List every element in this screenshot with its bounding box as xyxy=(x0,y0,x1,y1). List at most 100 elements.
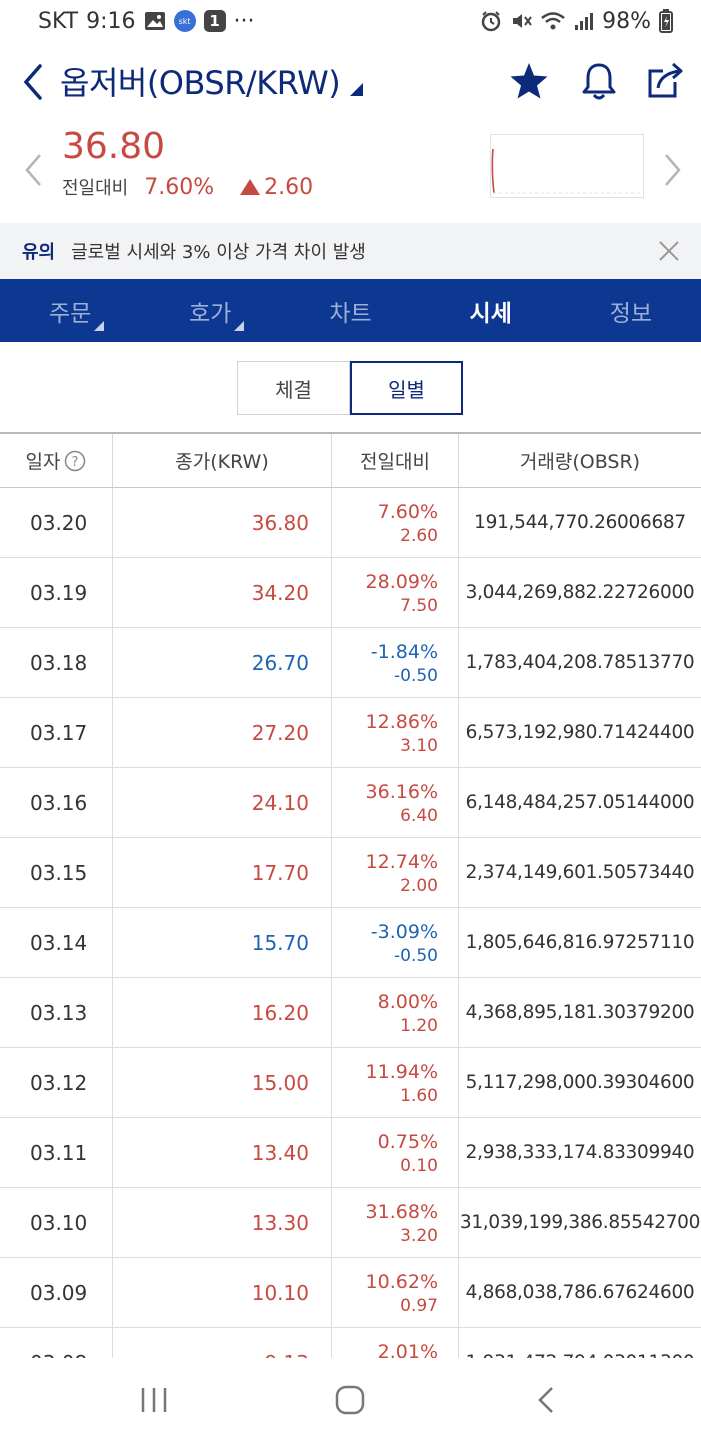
table-row[interactable]: 03.16 24.10 36.16% 6.40 6,148,484,257.051440… xyxy=(0,768,701,838)
table-row[interactable]: 03.12 15.00 11.94% 1.60 5,117,298,000.393046… xyxy=(0,1048,701,1118)
change-rate: 7.60% xyxy=(144,174,215,200)
cell-close: 10.10 xyxy=(113,1258,332,1327)
daily-quotes-table[interactable]: 일자 ? 종가(KRW) 전일대비 거래량(OBSR) 03.20 36.80 7.… xyxy=(0,432,701,1358)
header-volume: 거래량(OBSR) xyxy=(519,451,641,473)
table-row[interactable]: 03.13 16.20 8.00% 1.20 4,368,895,181.3037920… xyxy=(0,978,701,1048)
bell-icon xyxy=(582,63,616,100)
home-icon xyxy=(335,1385,365,1415)
segment-trades[interactable]: 체결 xyxy=(237,361,350,415)
caution-text: 글로벌 시세와 3% 이상 가격 차이 발생 xyxy=(71,242,366,263)
cell-change-amount: -0.50 xyxy=(394,945,438,966)
mute-icon xyxy=(510,10,532,32)
table-row[interactable]: 03.18 26.70 -1.84% -0.50 1,783,404,208.78513… xyxy=(0,628,701,698)
tab-order[interactable]: 주문 xyxy=(0,279,140,342)
price-alert-button[interactable] xyxy=(578,60,620,102)
tab-label: 주문 xyxy=(48,300,92,327)
recent-apps-button[interactable] xyxy=(134,1380,174,1420)
segment-daily[interactable]: 일별 xyxy=(350,361,463,415)
cell-close: 34.20 xyxy=(113,558,332,627)
back-nav-button[interactable] xyxy=(527,1380,567,1420)
table-row[interactable]: 03.11 13.40 0.75% 0.10 2,938,333,174.8330994… xyxy=(0,1118,701,1188)
header-date-label: 일자 xyxy=(25,451,61,473)
tab-chart[interactable]: 차트 xyxy=(280,279,420,342)
cell-change-amount: 2.60 xyxy=(400,525,438,546)
cell-date: 03.18 xyxy=(0,628,113,697)
battery-percent: 98% xyxy=(602,8,651,34)
cell-change: -1.84% -0.50 xyxy=(332,628,459,697)
svg-text:?: ? xyxy=(72,455,79,470)
cell-close: 13.40 xyxy=(113,1118,332,1187)
home-button[interactable] xyxy=(330,1380,370,1420)
cell-change: 12.86% 3.10 xyxy=(332,698,459,767)
cell-change: 2.01%0.18 xyxy=(332,1328,459,1358)
cell-change-rate: 31.68% xyxy=(365,1200,438,1223)
cell-change-rate: 12.86% xyxy=(365,710,438,733)
cell-change-rate: 2.01% xyxy=(377,1340,438,1359)
tab-label: 정보 xyxy=(609,300,653,327)
tab-label: 호가 xyxy=(189,300,232,327)
back-button[interactable] xyxy=(18,62,48,102)
cell-volume: 191,544,770.26006687 xyxy=(474,512,686,533)
cell-date: 03.15 xyxy=(0,838,113,907)
up-triangle-icon xyxy=(240,179,261,195)
submenu-corner-icon xyxy=(94,321,104,331)
table-row[interactable]: 03.10 13.30 31.68% 3.20 31,039,199,386.85542… xyxy=(0,1188,701,1258)
table-row[interactable]: 03.17 27.20 12.86% 3.10 6,573,192,980.714244… xyxy=(0,698,701,768)
cell-change-amount: 1.60 xyxy=(400,1085,438,1106)
share-button[interactable] xyxy=(645,60,687,102)
close-notice-button[interactable] xyxy=(657,239,681,263)
cell-change: 10.62% 0.97 xyxy=(332,1258,459,1327)
cell-change-amount: 7.50 xyxy=(400,595,438,616)
cell-change-rate: 36.16% xyxy=(365,780,438,803)
tab-info[interactable]: 정보 xyxy=(561,279,701,342)
cell-volume: 6,148,484,257.05144000 xyxy=(465,792,695,813)
table-row[interactable]: 03.15 17.70 12.74% 2.00 2,374,149,601.505734… xyxy=(0,838,701,908)
market-selector[interactable]: 옵저버(OBSR/KRW) xyxy=(60,58,364,104)
chevron-right-icon xyxy=(665,154,681,186)
chevron-left-icon xyxy=(25,154,41,186)
cell-change-rate: 12.74% xyxy=(365,850,438,873)
next-coin-button[interactable] xyxy=(660,152,684,188)
cell-date: 03.14 xyxy=(0,908,113,977)
mini-price-chart[interactable] xyxy=(490,134,644,198)
prev-coin-button[interactable] xyxy=(22,152,46,188)
cell-volume: 5,117,298,000.39304600 xyxy=(465,1072,695,1093)
cell-close: 26.70 xyxy=(113,628,332,697)
table-row[interactable]: 03.20 36.80 7.60% 2.60 191,544,770.26006687 xyxy=(0,488,701,558)
cell-change: 7.60% 2.60 xyxy=(332,488,459,557)
cell-change-amount: 0.10 xyxy=(400,1155,438,1176)
cell-volume: 1,805,646,816.97257110 xyxy=(465,932,695,953)
table-row[interactable]: 03.14 15.70 -3.09% -0.50 1,805,646,816.97257… xyxy=(0,908,701,978)
table-row[interactable]: 03.09 10.10 10.62% 0.97 4,868,038,786.676246… xyxy=(0,1258,701,1328)
back-icon xyxy=(538,1387,553,1413)
cell-close: 15.00 xyxy=(113,1048,332,1117)
tab-label: 시세 xyxy=(469,300,512,327)
table-header: 일자 ? 종가(KRW) 전일대비 거래량(OBSR) xyxy=(0,434,701,488)
tab-quotes[interactable]: 시세 xyxy=(421,279,561,342)
cell-date: 03.10 xyxy=(0,1188,113,1257)
caution-notice[interactable]: 유의 글로벌 시세와 3% 이상 가격 차이 발생 xyxy=(0,223,701,279)
cell-date: 03.12 xyxy=(0,1048,113,1117)
cell-change: 36.16% 6.40 xyxy=(332,768,459,837)
cell-change-rate: 8.00% xyxy=(377,990,438,1013)
cell-volume: 1,783,404,208.78513770 xyxy=(465,652,695,673)
app-badge-icon: skt xyxy=(173,10,196,32)
cell-volume: 2,374,149,601.50573440 xyxy=(465,862,695,883)
submenu-corner-icon xyxy=(234,321,245,331)
cell-date: 03.13 xyxy=(0,978,113,1047)
cell-date: 03.08 xyxy=(0,1328,113,1358)
table-row[interactable]: 03.19 34.20 28.09% 7.50 3,044,269,882.227260… xyxy=(0,558,701,628)
dropdown-caret-icon xyxy=(350,82,364,96)
tab-label: 차트 xyxy=(329,300,372,327)
current-price: 36.80 xyxy=(62,126,166,167)
cell-change-amount: 3.20 xyxy=(400,1225,438,1246)
main-tabs: 주문 호가 차트 시세 정보 xyxy=(0,279,701,342)
more-notifications-icon: ··· xyxy=(233,8,255,34)
battery-icon xyxy=(659,9,673,33)
favorite-button[interactable] xyxy=(508,60,550,102)
recent-apps-icon xyxy=(141,1388,167,1412)
tab-orderbook[interactable]: 호가 xyxy=(140,279,280,342)
cell-change: 12.74% 2.00 xyxy=(332,838,459,907)
table-row[interactable]: 03.089.132.01%0.181,931,472,794.03011300 xyxy=(0,1328,701,1358)
help-icon[interactable]: ? xyxy=(64,450,86,472)
